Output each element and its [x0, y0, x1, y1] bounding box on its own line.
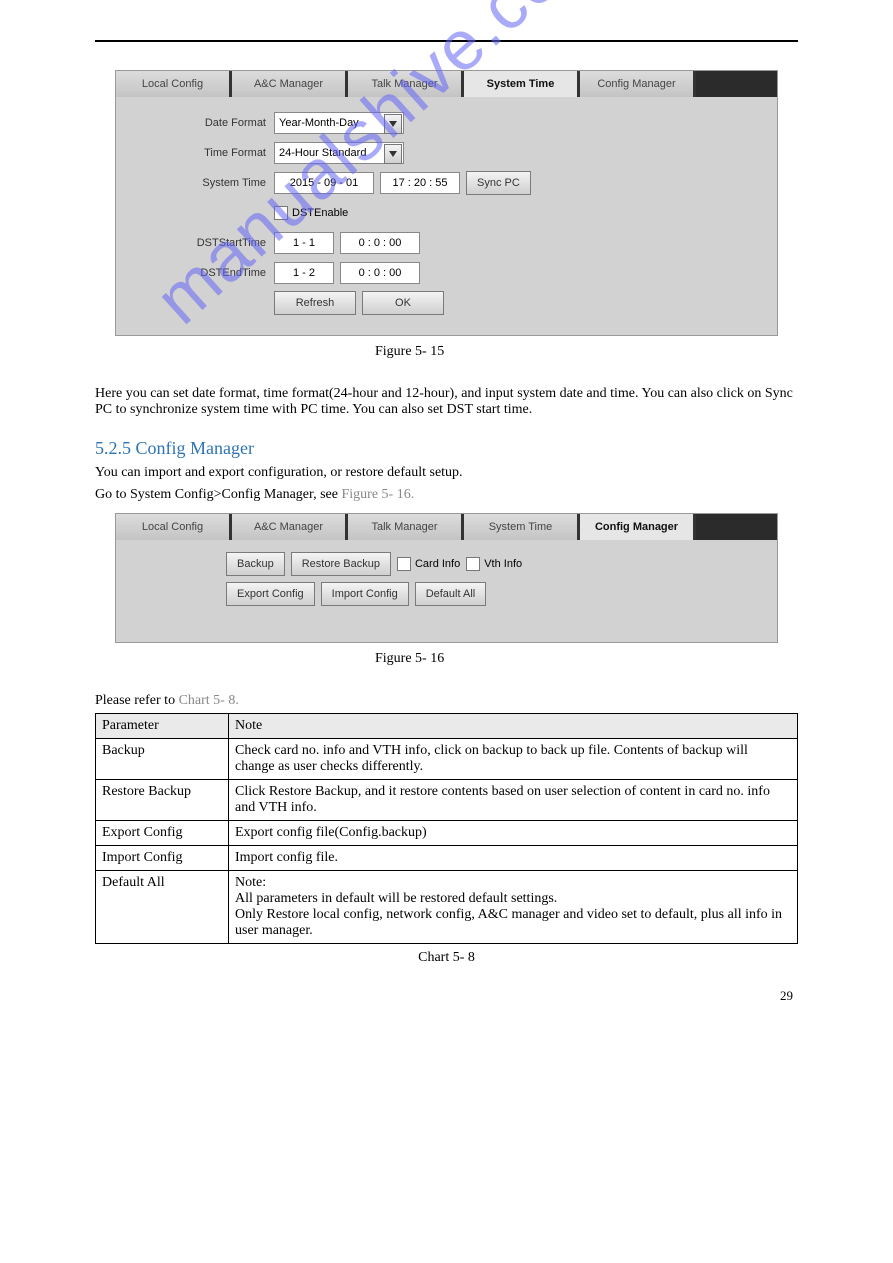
system-time-screenshot: Local Config A&C Manager Talk Manager Sy…	[115, 70, 778, 336]
dst-enable-label: DSTEnable	[292, 207, 348, 219]
date-format-value: Year-Month-Day	[279, 117, 359, 129]
cell-note: Note: All parameters in default will be …	[229, 871, 798, 944]
th-note: Note	[229, 714, 798, 739]
ok-button[interactable]: OK	[362, 291, 444, 315]
default-all-button[interactable]: Default All	[415, 582, 487, 606]
config-manager-screenshot: Local Config A&C Manager Talk Manager Sy…	[115, 513, 778, 643]
chevron-down-icon	[384, 114, 402, 134]
figure-1-caption: Figure 5- 15	[375, 344, 798, 360]
table-caption-line: Please refer to Chart 5- 8.	[95, 693, 798, 709]
time-format-value: 24-Hour Standard	[279, 147, 366, 159]
system-time-input[interactable]: 17 : 20 : 55	[380, 172, 460, 194]
page-footer: 29	[100, 988, 793, 1004]
cell-param: Export Config	[96, 821, 229, 846]
dst-end-time[interactable]: 0 : 0 : 00	[340, 262, 420, 284]
panel2-body: Backup Restore Backup Card Info Vth Info…	[116, 540, 777, 642]
cell-param: Default All	[96, 871, 229, 944]
sync-pc-button[interactable]: Sync PC	[466, 171, 531, 195]
tab-bar-2: Local Config A&C Manager Talk Manager Sy…	[116, 514, 777, 540]
card-info-label: Card Info	[415, 558, 460, 570]
tab-config-manager-2[interactable]: Config Manager	[580, 514, 696, 540]
vth-info-checkbox[interactable]	[466, 557, 480, 571]
section-title: 5.2.5 Config Manager	[95, 438, 798, 459]
cell-param: Import Config	[96, 846, 229, 871]
chevron-down-icon	[384, 144, 402, 164]
vth-info-label: Vth Info	[484, 558, 522, 570]
cell-note: Export config file(Config.backup)	[229, 821, 798, 846]
cell-param: Backup	[96, 739, 229, 780]
tab-talk-manager[interactable]: Talk Manager	[348, 71, 464, 97]
chart-caption: Chart 5- 8	[95, 950, 798, 966]
intro-2: Go to System Config>Config Manager, see …	[95, 487, 798, 503]
time-format-label: Time Format	[156, 147, 274, 159]
date-format-label: Date Format	[156, 117, 274, 129]
cell-note: Click Restore Backup, and it restore con…	[229, 780, 798, 821]
th-parameter: Parameter	[96, 714, 229, 739]
refresh-button[interactable]: Refresh	[274, 291, 356, 315]
dst-start-label: DSTStartTime	[156, 237, 274, 249]
restore-backup-button[interactable]: Restore Backup	[291, 552, 391, 576]
table-row: Export ConfigExport config file(Config.b…	[96, 821, 798, 846]
import-config-button[interactable]: Import Config	[321, 582, 409, 606]
intro-1: You can import and export configuration,…	[95, 465, 798, 481]
tab-talk-manager-2[interactable]: Talk Manager	[348, 514, 464, 540]
dst-start-date[interactable]: 1 - 1	[274, 232, 334, 254]
dst-start-time[interactable]: 0 : 0 : 00	[340, 232, 420, 254]
table-row: Import ConfigImport config file.	[96, 846, 798, 871]
table-row: BackupCheck card no. info and VTH info, …	[96, 739, 798, 780]
parameter-table: Parameter Note BackupCheck card no. info…	[95, 713, 798, 944]
system-date-input[interactable]: 2015 - 09 - 01	[274, 172, 374, 194]
card-info-checkbox[interactable]	[397, 557, 411, 571]
tab-ac-manager[interactable]: A&C Manager	[232, 71, 348, 97]
dst-end-date[interactable]: 1 - 2	[274, 262, 334, 284]
system-time-label: System Time	[156, 177, 274, 189]
time-format-select[interactable]: 24-Hour Standard	[274, 142, 404, 164]
tab-config-manager[interactable]: Config Manager	[580, 71, 696, 97]
dst-end-label: DSTEndTime	[156, 267, 274, 279]
backup-button[interactable]: Backup	[226, 552, 285, 576]
date-format-select[interactable]: Year-Month-Day	[274, 112, 404, 134]
figure-2-caption: Figure 5- 16	[375, 651, 798, 667]
tab-local-config[interactable]: Local Config	[116, 71, 232, 97]
panel-body: Date Format Year-Month-Day Time Format 2…	[116, 97, 777, 335]
tab-local-config-2[interactable]: Local Config	[116, 514, 232, 540]
cell-param: Restore Backup	[96, 780, 229, 821]
cell-note: Import config file.	[229, 846, 798, 871]
cell-note: Check card no. info and VTH info, click …	[229, 739, 798, 780]
dst-enable-checkbox[interactable]	[274, 206, 288, 220]
table-row: Restore BackupClick Restore Backup, and …	[96, 780, 798, 821]
table-row: Default AllNote: All parameters in defau…	[96, 871, 798, 944]
top-rule	[95, 40, 798, 42]
export-config-button[interactable]: Export Config	[226, 582, 315, 606]
tab-system-time-2[interactable]: System Time	[464, 514, 580, 540]
tab-bar: Local Config A&C Manager Talk Manager Sy…	[116, 71, 777, 97]
tab-tail	[696, 71, 777, 97]
tab-ac-manager-2[interactable]: A&C Manager	[232, 514, 348, 540]
footer-right: 29	[780, 988, 793, 1004]
tab-tail-2	[696, 514, 777, 540]
paragraph-1: Here you can set date format, time forma…	[95, 386, 798, 418]
tab-system-time[interactable]: System Time	[464, 71, 580, 97]
